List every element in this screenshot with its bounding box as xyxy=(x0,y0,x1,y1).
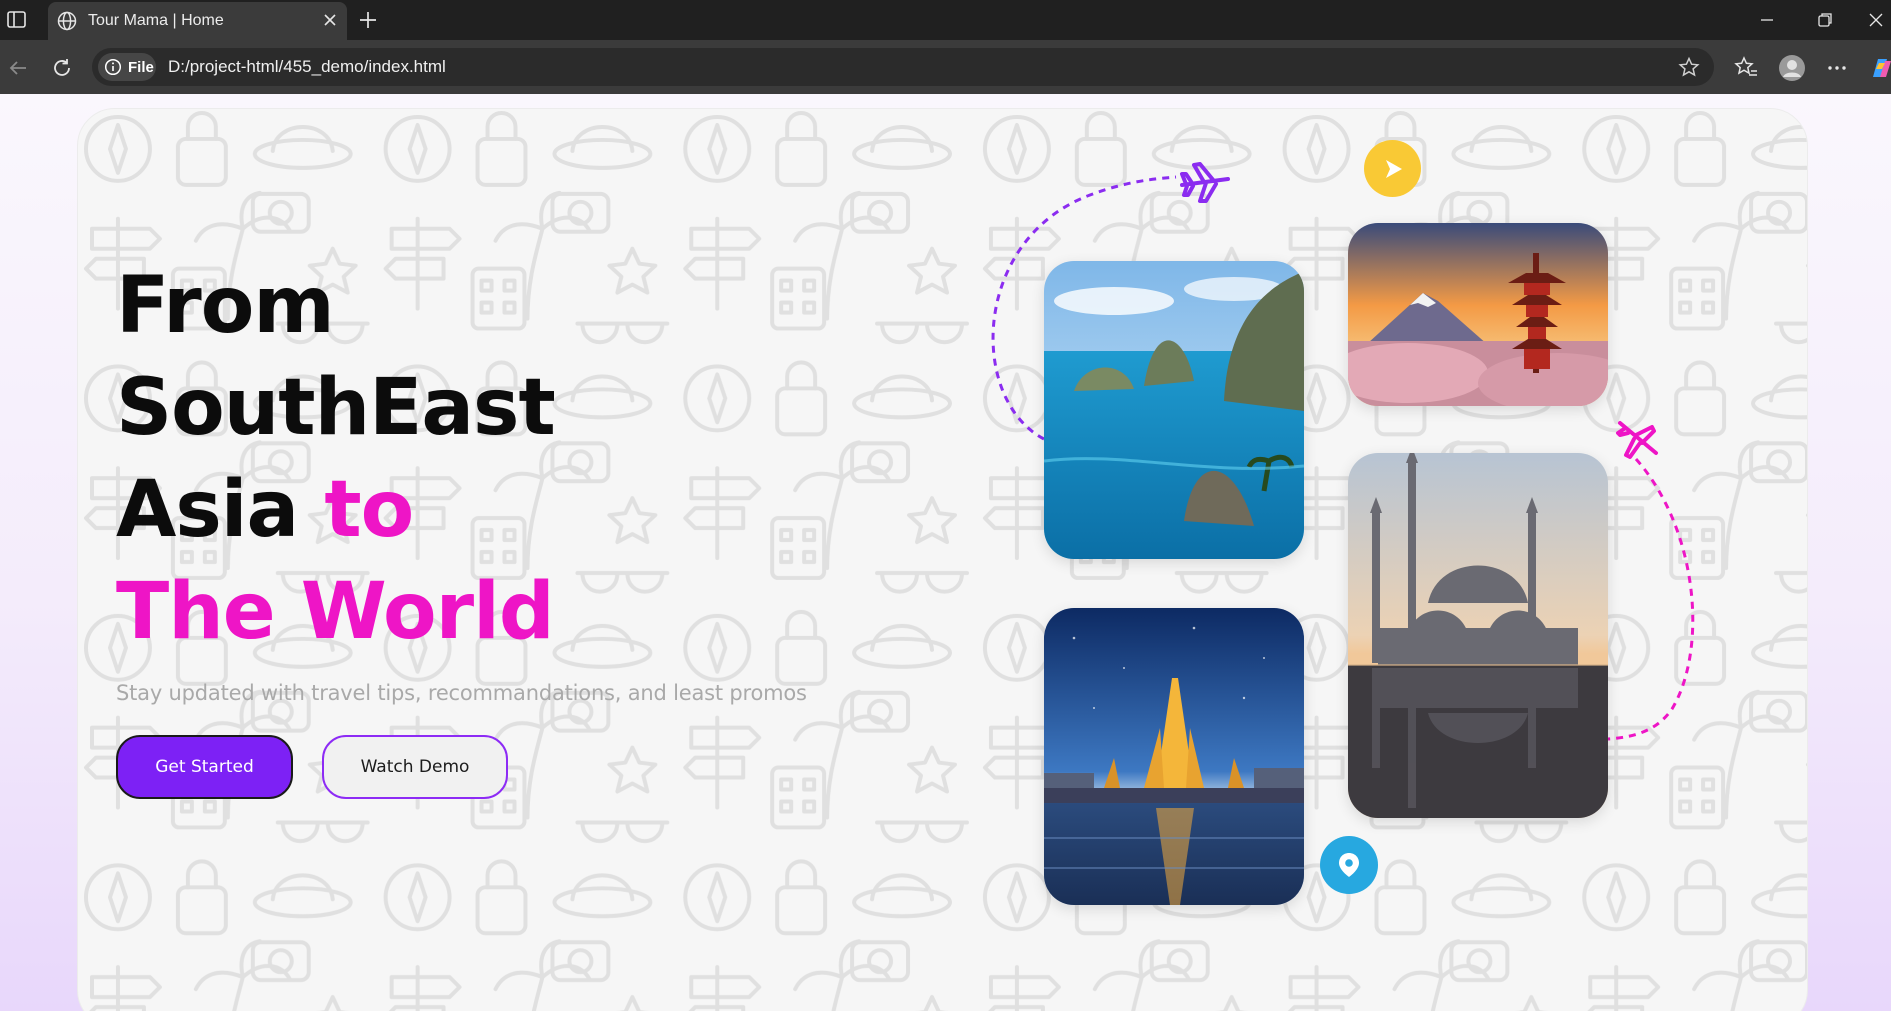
globe-icon xyxy=(57,11,77,31)
tab-title: Tour Mama | Home xyxy=(88,12,224,29)
hero-headline: From SouthEast Asia to The World xyxy=(116,255,556,663)
play-icon xyxy=(1385,159,1402,178)
favorite-star-icon[interactable] xyxy=(1678,56,1700,78)
airplane-icon xyxy=(1180,162,1230,203)
photo-temple-riverside xyxy=(1044,608,1304,905)
profile-avatar-icon[interactable] xyxy=(1778,54,1806,82)
copilot-icon[interactable] xyxy=(1867,55,1891,81)
pink-flight-path xyxy=(1607,458,1695,741)
headline-line-4: The World xyxy=(116,567,555,657)
hero-section: From SouthEast Asia to The World Stay up… xyxy=(77,108,1808,1011)
browser-toolbar: File D:/project-html/455_demo/index.html xyxy=(0,40,1891,94)
headline-asia: Asia xyxy=(116,465,299,555)
headline-to: to xyxy=(324,465,414,555)
headline-line-2: SouthEast xyxy=(116,363,556,453)
site-info-button[interactable]: File xyxy=(98,53,156,81)
headline-line-3: Asia to xyxy=(116,459,555,561)
info-icon xyxy=(104,58,122,76)
get-started-button[interactable]: Get Started xyxy=(116,735,293,799)
location-badge[interactable] xyxy=(1320,836,1378,894)
location-pin-icon xyxy=(1339,853,1359,877)
play-badge[interactable] xyxy=(1364,140,1421,197)
site-info-label: File xyxy=(128,59,154,76)
url-text[interactable]: D:/project-html/455_demo/index.html xyxy=(168,57,446,77)
address-bar[interactable]: File D:/project-html/455_demo/index.html xyxy=(92,48,1714,86)
restore-icon[interactable] xyxy=(1815,10,1835,30)
back-icon[interactable] xyxy=(6,56,30,80)
favorites-icon[interactable] xyxy=(1733,55,1759,81)
close-window-icon[interactable] xyxy=(1866,10,1886,30)
close-tab-icon[interactable] xyxy=(323,13,337,27)
new-tab-icon[interactable] xyxy=(358,10,378,30)
photo-pagoda-mountain xyxy=(1348,223,1608,406)
hero-subtitle: Stay updated with travel tips, recommand… xyxy=(116,681,807,705)
photo-island-cliffs xyxy=(1044,261,1304,559)
watch-demo-button[interactable]: Watch Demo xyxy=(322,735,508,799)
minimize-icon[interactable] xyxy=(1757,10,1777,30)
page-viewport: From SouthEast Asia to The World Stay up… xyxy=(0,94,1891,1011)
airplane-icon xyxy=(1616,421,1658,459)
headline-line-1: From xyxy=(116,261,335,351)
more-options-icon[interactable] xyxy=(1824,55,1850,81)
browser-tab[interactable]: Tour Mama | Home xyxy=(48,2,347,40)
tab-actions-icon[interactable] xyxy=(6,10,28,30)
browser-tab-bar: Tour Mama | Home xyxy=(0,0,1891,40)
refresh-icon[interactable] xyxy=(50,56,74,80)
photo-mosque-reflection xyxy=(1348,453,1608,818)
